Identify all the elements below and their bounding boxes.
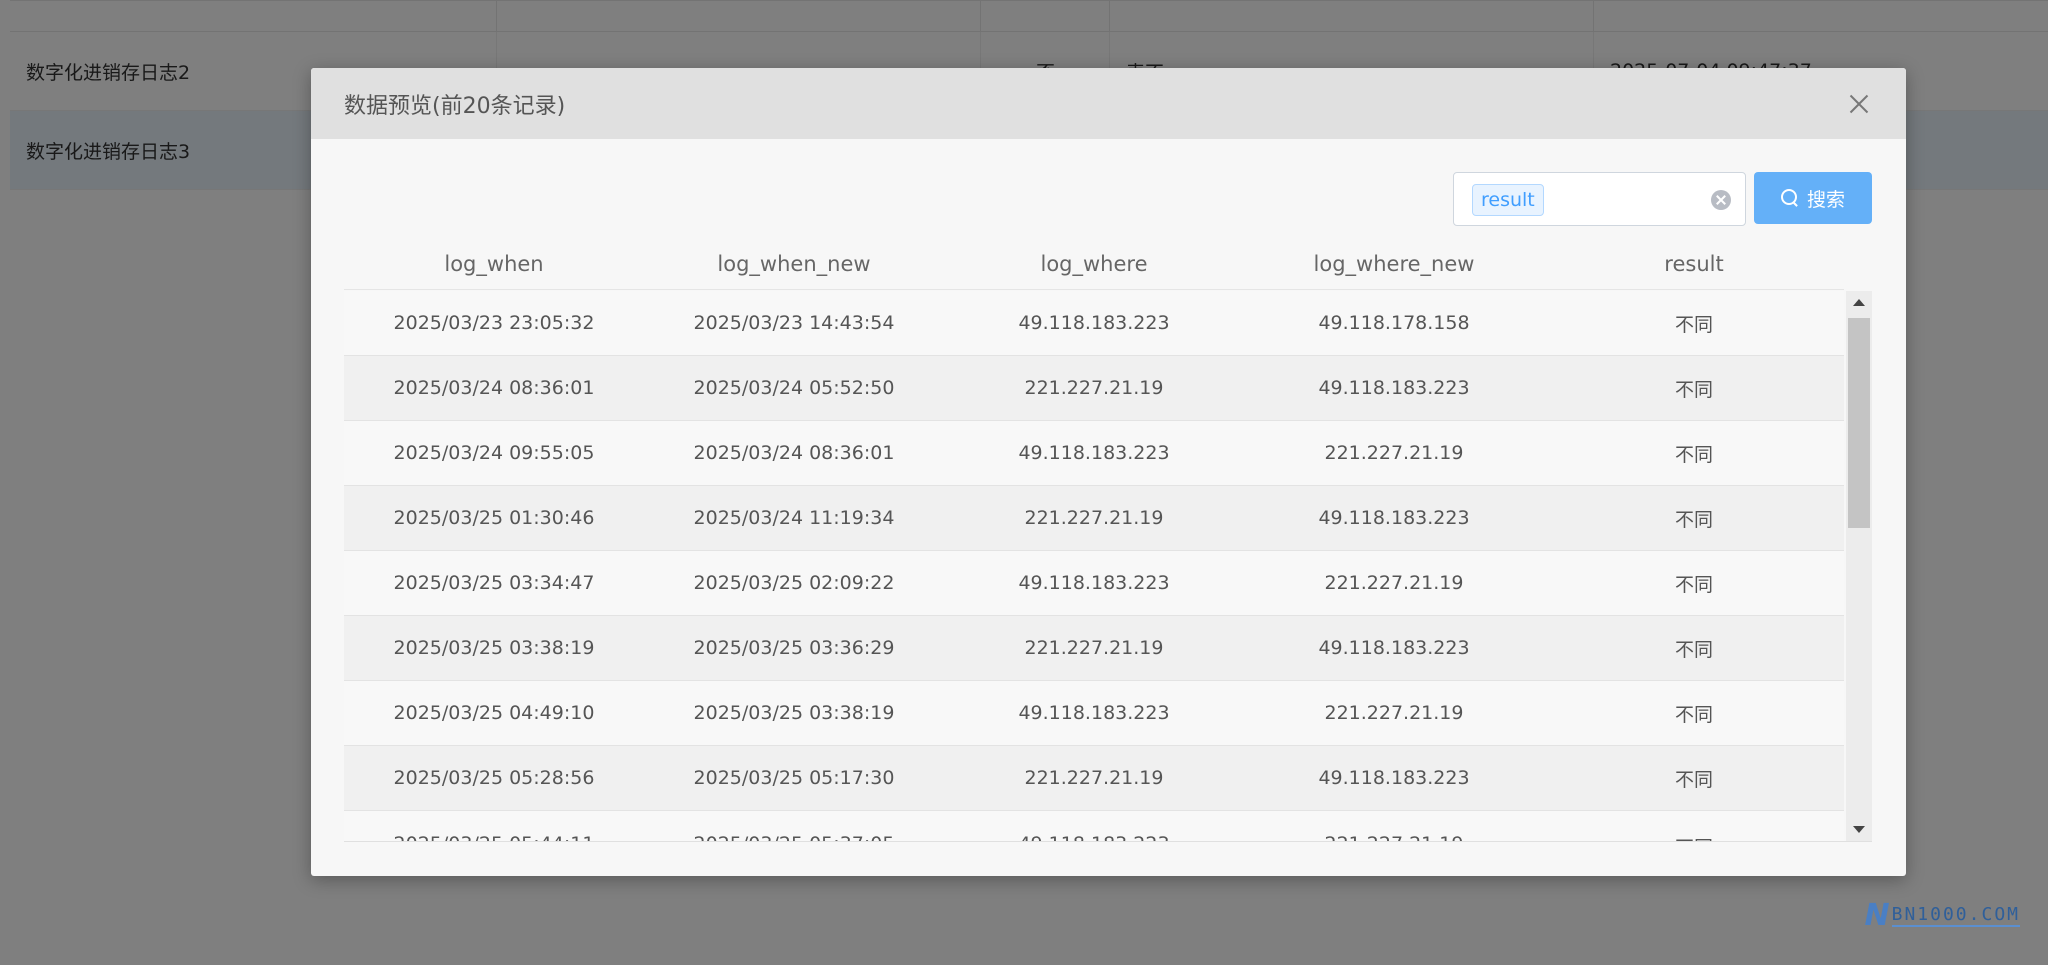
cell-log-where-new: 49.118.183.223 [1318,767,1470,789]
cell-log-where-new: 49.118.183.223 [1318,507,1470,529]
vertical-scrollbar[interactable] [1846,291,1872,841]
cell-log-when: 2025/03/25 03:38:19 [393,637,595,659]
cell-log-where-new: 49.118.183.223 [1318,377,1470,399]
cell-log-where-new: 221.227.21.19 [1324,702,1464,724]
cell-log-where: 49.118.183.223 [1018,572,1170,594]
cell-log-when: 2025/03/25 03:34:47 [393,572,595,594]
cell-log-when: 2025/03/24 09:55:05 [393,442,595,464]
cell-log-when: 2025/03/25 04:49:10 [393,702,595,724]
cell-log-where-new: 221.227.21.19 [1324,572,1464,594]
cell-log-when-new: 2025/03/24 11:19:34 [693,507,895,529]
search-icon [1780,189,1799,207]
cell-log-where: 49.118.183.223 [1018,312,1170,334]
cell-log-where: 221.227.21.19 [1024,767,1164,789]
column-header-result[interactable]: result [1544,239,1844,289]
cell-log-where: 49.118.183.223 [1018,442,1170,464]
cell-result: 不同 [1674,573,1713,596]
column-header-log-when[interactable]: log_when [344,239,644,289]
cell-log-when-new: 2025/03/25 03:38:19 [693,702,895,724]
cell-log-where-new: 49.118.183.223 [1318,637,1470,659]
table-row[interactable]: 2025/03/25 01:30:46 2025/03/24 11:19:34 … [344,486,1844,551]
cell-log-when-new: 2025/03/25 03:36:29 [693,637,895,659]
cell-log-when: 2025/03/25 05:44:11 [344,811,644,841]
cell-log-where-new: 221.227.21.19 [1324,442,1464,464]
search-button[interactable]: 搜索 [1754,172,1872,224]
search-button-label: 搜索 [1806,188,1845,211]
column-header-log-when-new[interactable]: log_when_new [644,239,944,289]
table-row[interactable]: 2025/03/25 05:44:11 2025/03/25 05:37:05 … [344,811,1844,841]
table-bottom-divider [344,841,1872,842]
cell-log-when-new: 2025/03/24 05:52:50 [693,377,895,399]
column-header-log-where[interactable]: log_where [944,239,1244,289]
watermark-text: BN1000.COM [1891,904,2020,927]
cell-log-when: 2025/03/23 23:05:32 [393,312,595,334]
cell-log-when-new: 2025/03/23 14:43:54 [693,312,895,334]
cell-result: 不同 [1674,378,1713,401]
table-row[interactable]: 2025/03/25 03:38:19 2025/03/25 03:36:29 … [344,616,1844,681]
cell-log-where: 49.118.183.223 [1018,702,1170,724]
cell-log-when: 2025/03/24 08:36:01 [393,377,595,399]
column-header-log-where-new[interactable]: log_where_new [1244,239,1544,289]
table-body[interactable]: 2025/03/23 23:05:32 2025/03/23 14:43:54 … [344,291,1844,841]
cell-log-where: 49.118.183.223 [944,811,1244,841]
table-row[interactable]: 2025/03/25 05:28:56 2025/03/25 05:17:30 … [344,746,1844,811]
table-row[interactable]: 2025/03/24 09:55:05 2025/03/24 08:36:01 … [344,421,1844,486]
table-row[interactable]: 2025/03/24 08:36:01 2025/03/24 05:52:50 … [344,356,1844,421]
cell-log-when: 2025/03/25 05:28:56 [393,767,595,789]
search-input[interactable]: result [1453,172,1746,226]
cell-log-where: 221.227.21.19 [1024,637,1164,659]
cell-result: 不同 [1674,638,1713,661]
watermark: N BN1000.COM [1865,898,2020,933]
scrollbar-thumb[interactable] [1848,318,1870,528]
table-row[interactable]: 2025/03/25 03:34:47 2025/03/25 02:09:22 … [344,551,1844,616]
cell-result: 不同 [1674,508,1713,531]
search-tag[interactable]: result [1472,184,1544,216]
cell-log-when-new: 2025/03/25 05:37:05 [644,811,944,841]
cell-result: 不同 [1674,443,1713,466]
cell-result: 不同 [1674,768,1713,791]
table-header: log_when log_when_new log_where log_wher… [344,239,1844,290]
scroll-down-arrow-icon[interactable] [1853,826,1865,833]
dialog-header: 数据预览(前20条记录) [311,68,1906,139]
close-icon[interactable] [1848,93,1870,115]
dialog-title: 数据预览(前20条记录) [344,93,566,119]
watermark-logo: N [1864,898,1890,933]
table-row[interactable]: 2025/03/25 04:49:10 2025/03/25 03:38:19 … [344,681,1844,746]
cell-log-when-new: 2025/03/25 02:09:22 [693,572,895,594]
cell-log-where: 221.227.21.19 [1024,507,1164,529]
dialog-body: result 搜索 log_when log_when_new log_wher… [311,139,1906,876]
cell-result: 不同 [1544,811,1844,841]
cell-log-when-new: 2025/03/24 08:36:01 [693,442,895,464]
table-row[interactable]: 2025/03/23 23:05:32 2025/03/23 14:43:54 … [344,291,1844,356]
cell-log-where-new: 221.227.21.19 [1244,811,1544,841]
cell-result: 不同 [1674,703,1713,726]
data-preview-dialog: 数据预览(前20条记录) result 搜索 log_when log_when… [311,68,1906,876]
cell-log-where: 221.227.21.19 [1024,377,1164,399]
cell-result: 不同 [1674,313,1713,336]
cell-log-where-new: 49.118.178.158 [1318,312,1470,334]
clear-icon[interactable] [1711,190,1731,210]
cell-log-when: 2025/03/25 01:30:46 [393,507,595,529]
cell-log-when-new: 2025/03/25 05:17:30 [693,767,895,789]
scroll-up-arrow-icon[interactable] [1853,299,1865,306]
